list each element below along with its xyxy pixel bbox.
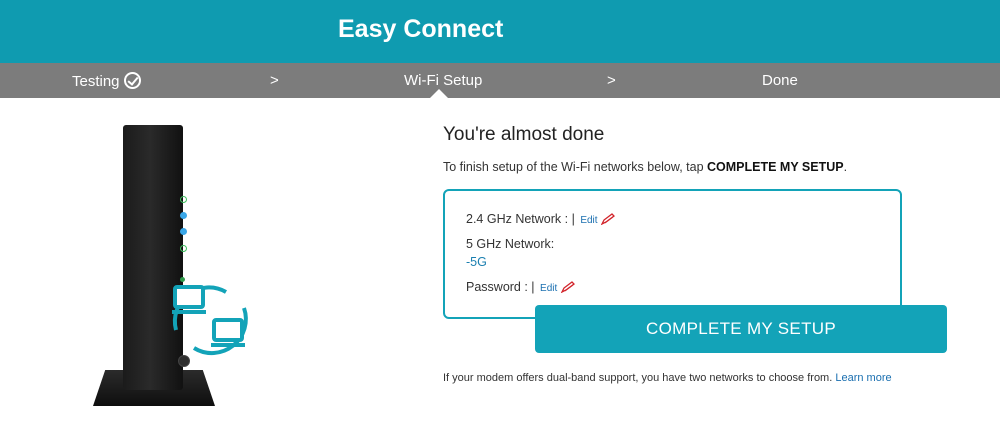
check-circle-icon — [123, 72, 141, 89]
wifi-led-icon — [180, 212, 187, 219]
step-wifi-setup: Wi-Fi Setup — [404, 72, 483, 89]
active-step-indicator — [430, 89, 448, 98]
step-separator: > — [270, 72, 279, 89]
instructions-prefix: To finish setup of the Wi-Fi networks be… — [443, 160, 708, 174]
network-5-label: 5 GHz Network: — [466, 237, 555, 251]
edit-24-link[interactable]: Edit — [580, 215, 597, 226]
step-testing: Testing — [72, 72, 141, 90]
progress-steps: Testing > Wi-Fi Setup > Done — [0, 63, 1000, 98]
network-24-label: 2.4 GHz Network : | — [466, 212, 575, 226]
router-illustration — [90, 120, 260, 410]
app-header: Easy Connect — [0, 0, 1000, 63]
edit-password-link[interactable]: Edit — [540, 283, 557, 294]
wifi-led-icon — [180, 228, 187, 235]
networks-panel: 2.4 GHz Network : | Edit 5 GHz Network: … — [443, 189, 902, 319]
instructions-text: To finish setup of the Wi-Fi networks be… — [443, 160, 847, 174]
internet-led-icon — [180, 245, 187, 252]
network-5-ssid: -5G — [466, 255, 487, 269]
learn-more-link[interactable]: Learn more — [835, 372, 891, 384]
devices-icon — [172, 285, 248, 356]
instructions-emphasis: COMPLETE MY SETUP — [707, 160, 844, 174]
step-separator: > — [607, 72, 616, 89]
page-title: You're almost done — [443, 124, 605, 145]
network-24-row: 2.4 GHz Network : | Edit — [466, 212, 616, 226]
pencil-icon[interactable] — [601, 213, 616, 225]
pencil-icon[interactable] — [560, 281, 575, 293]
password-label: Password : | — [466, 280, 535, 294]
complete-setup-button[interactable]: COMPLETE MY SETUP — [535, 305, 947, 353]
dual-band-text: If your modem offers dual-band support, … — [443, 372, 836, 384]
power-led-icon — [180, 196, 187, 203]
step-testing-label: Testing — [72, 73, 120, 90]
step-done: Done — [762, 72, 798, 89]
dual-band-note: If your modem offers dual-band support, … — [443, 371, 903, 386]
app-title: Easy Connect — [338, 15, 504, 43]
wps-button-icon — [178, 355, 190, 367]
password-row: Password : | Edit — [466, 280, 575, 294]
instructions-suffix: . — [843, 160, 848, 174]
